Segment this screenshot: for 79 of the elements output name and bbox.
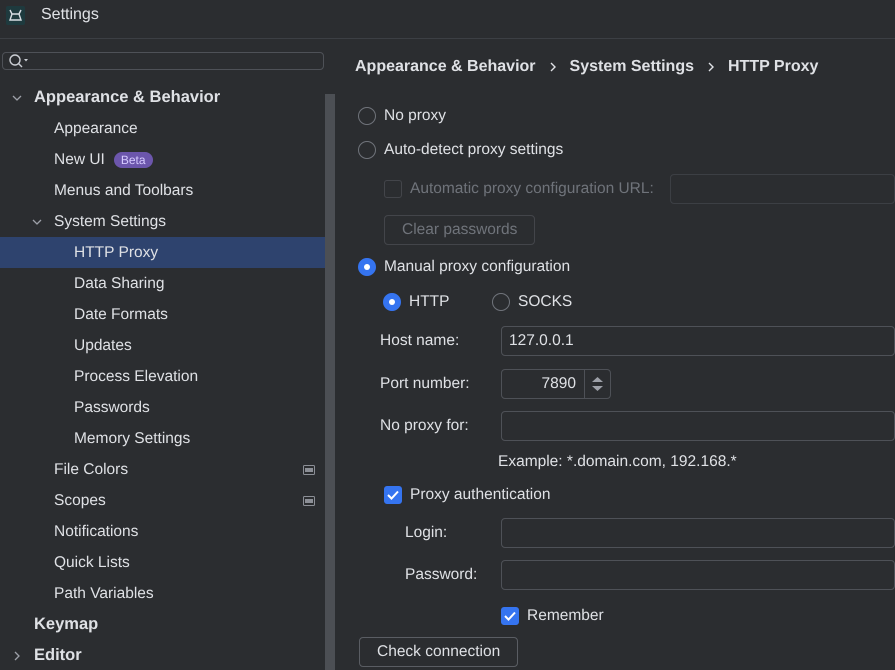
tree-item[interactable]: Updates <box>0 330 325 361</box>
chevron-right-icon <box>548 62 558 72</box>
tree-item-label: Passwords <box>74 398 150 416</box>
tree-item-label: Date Formats <box>74 306 168 324</box>
tree-item-label: Appearance <box>54 120 138 138</box>
breadcrumb-item[interactable]: Appearance & Behavior <box>355 58 536 76</box>
tree-item[interactable]: Appearance & Behavior <box>0 82 325 113</box>
tree-item-label: HTTP Proxy <box>74 244 158 262</box>
field-label: Host name: <box>380 332 460 350</box>
chevron-right-icon[interactable] <box>12 650 22 660</box>
chevron-right-icon <box>706 62 716 72</box>
tree-item-label: Memory Settings <box>74 430 190 448</box>
tree-item-label: Path Variables <box>54 584 154 602</box>
checkbox[interactable] <box>501 607 519 625</box>
window-title: Settings <box>41 6 99 24</box>
tree-item-label: Appearance & Behavior <box>34 88 220 107</box>
tree-item-label: File Colors <box>54 460 128 478</box>
chevron-down-icon[interactable] <box>12 92 22 102</box>
tree-item[interactable]: Path Variables <box>0 578 325 609</box>
tree-item[interactable]: Passwords <box>0 392 325 423</box>
search-icon <box>8 53 30 69</box>
tree-item-label: Process Elevation <box>74 368 198 386</box>
radio-button[interactable] <box>358 141 376 159</box>
no-proxy-field[interactable] <box>501 411 895 441</box>
tree-item-label: Notifications <box>54 522 138 540</box>
tree-item-label: Scopes <box>54 492 106 510</box>
host-field[interactable]: 127.0.0.1 <box>501 326 895 356</box>
scrollbar-thumb[interactable] <box>325 94 335 670</box>
search-field[interactable] <box>2 52 324 70</box>
radio-button[interactable] <box>358 258 376 276</box>
chevron-down-icon[interactable] <box>32 216 42 226</box>
tree-item[interactable]: New UI Beta <box>0 144 325 175</box>
tree-item-label: Quick Lists <box>54 554 130 572</box>
tree-item[interactable]: Editor <box>0 640 325 670</box>
tree-item-label: Keymap <box>34 615 98 634</box>
radio-label[interactable]: No proxy <box>384 107 446 125</box>
radio-button[interactable] <box>358 107 376 125</box>
breadcrumb-item[interactable]: System Settings <box>570 58 694 76</box>
tree-item[interactable]: Process Elevation <box>0 361 325 392</box>
tree-item[interactable]: File Colors <box>0 454 325 485</box>
radio-label[interactable]: Manual proxy configuration <box>384 258 570 276</box>
tree-item[interactable]: Quick Lists <box>0 547 325 578</box>
field-label: Password: <box>405 566 478 584</box>
tree-item[interactable]: HTTP Proxy <box>0 237 325 268</box>
radio-button[interactable] <box>383 293 401 311</box>
tree-item-label: Editor <box>34 646 82 665</box>
radio-label[interactable]: HTTP <box>409 293 450 311</box>
tree-item-label: System Settings <box>54 212 166 230</box>
radio-label[interactable]: SOCKS <box>518 293 572 311</box>
tree-item[interactable]: Notifications <box>0 516 325 547</box>
tree-item[interactable]: Menus and Toolbars <box>0 175 325 206</box>
checkbox[interactable] <box>384 486 402 504</box>
tree-item-label: New UI <box>54 150 105 168</box>
port-spinner[interactable]: 7890 <box>501 369 611 399</box>
field-label: Login: <box>405 524 448 542</box>
field-label: Port number: <box>380 375 471 393</box>
tree-item-label: Menus and Toolbars <box>54 182 194 200</box>
checkbox-label: Automatic proxy configuration URL: <box>410 180 654 198</box>
checkbox-label[interactable]: Proxy authentication <box>410 486 550 504</box>
check-connection-button[interactable]: Check connection <box>359 637 518 667</box>
password-field[interactable] <box>501 560 895 590</box>
app-icon <box>6 6 25 24</box>
radio-label[interactable]: Auto-detect proxy settings <box>384 141 564 159</box>
example-hint: Example: *.domain.com, 192.168.* <box>498 453 737 471</box>
tree-item[interactable]: Keymap <box>0 609 325 640</box>
tree-item[interactable]: Appearance <box>0 113 325 144</box>
checkbox-label[interactable]: Remember <box>527 607 604 625</box>
tree-item-label: Updates <box>74 336 132 354</box>
tree-item-label: Data Sharing <box>74 274 164 292</box>
login-field[interactable] <box>501 518 895 548</box>
field-label: No proxy for: <box>380 417 470 435</box>
tree-item[interactable]: Memory Settings <box>0 423 325 454</box>
radio-button[interactable] <box>492 293 510 311</box>
tree-item[interactable]: Date Formats <box>0 299 325 330</box>
beta-badge: Beta <box>114 152 153 168</box>
tree-item[interactable]: Scopes <box>0 485 325 516</box>
tree-item[interactable]: Data Sharing <box>0 268 325 299</box>
breadcrumb-item[interactable]: HTTP Proxy <box>728 58 818 76</box>
tree-item[interactable]: System Settings <box>0 206 325 237</box>
